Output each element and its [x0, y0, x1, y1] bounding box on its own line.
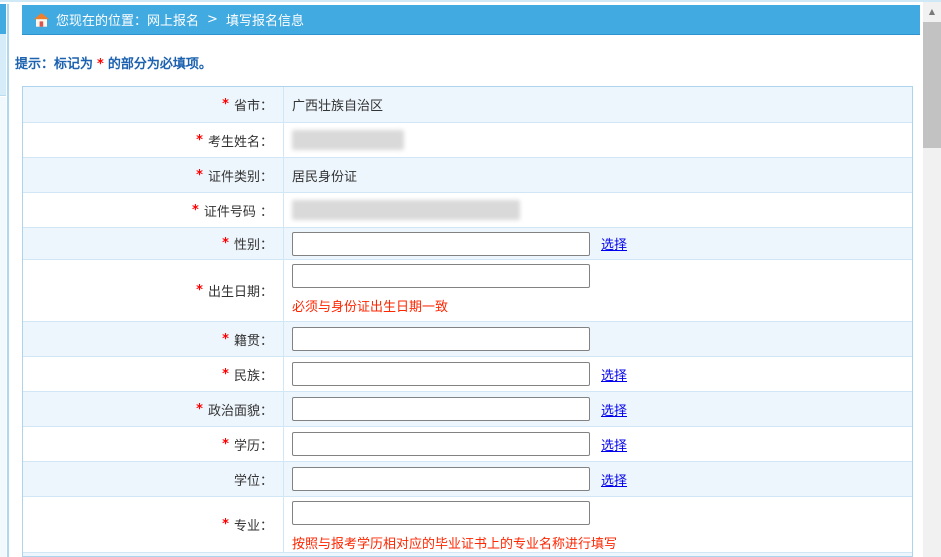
form-row-education: * 学历： 选择	[23, 426, 912, 461]
form-row-birth-date: * 出生日期： 必须与身份证出生日期一致	[23, 259, 912, 321]
field-value-candidate-name	[283, 123, 912, 157]
breadcrumb: 您现在的位置： 网上报名 > 填写报名信息	[22, 5, 920, 35]
birth-date-input[interactable]	[292, 264, 590, 288]
breadcrumb-prefix: 您现在的位置：	[56, 10, 147, 29]
ethnicity-input[interactable]	[292, 362, 590, 386]
breadcrumb-item-online-registration[interactable]: 网上报名	[147, 10, 199, 29]
major-hint: 按照与报考学历相对应的毕业证书上的专业名称进行填写	[292, 533, 617, 552]
id-number-redacted-value	[292, 200, 520, 220]
field-value-political-status: 选择	[283, 392, 912, 426]
sidebar-sliver-bottom	[0, 97, 6, 557]
sidebar-header-sliver	[0, 4, 6, 34]
field-label-text: 籍贯：	[234, 330, 273, 349]
form-row-id-type: * 证件类别： 居民身份证	[23, 157, 912, 192]
form-row-ethnicity: * 民族： 选择	[23, 356, 912, 391]
field-label-text: 学位：	[234, 470, 273, 489]
field-label-candidate-name: * 考生姓名：	[23, 123, 283, 157]
form-row-major: * 专业： 按照与报考学历相对应的毕业证书上的专业名称进行填写	[23, 496, 912, 552]
form-row-next-row-sliver	[23, 552, 912, 557]
required-asterisk: *	[192, 203, 199, 218]
form-row-native-place: * 籍贯：	[23, 321, 912, 356]
field-value-gender: 选择	[283, 228, 912, 259]
field-label-birth-date: * 出生日期：	[23, 260, 283, 321]
required-asterisk: *	[196, 133, 203, 148]
field-value-education: 选择	[283, 427, 912, 461]
field-label-text: 专业：	[234, 515, 273, 534]
sidebar-divider	[7, 4, 9, 557]
id-type-value: 居民身份证	[292, 166, 357, 185]
sidebar-sliver-top	[0, 34, 6, 96]
form-row-gender: * 性别： 选择	[23, 227, 912, 259]
required-asterisk: *	[222, 367, 229, 382]
field-label-id-type: * 证件类别：	[23, 158, 283, 192]
top-hairline	[0, 0, 941, 2]
breadcrumb-separator: >	[207, 12, 218, 27]
education-select-link[interactable]: 选择	[601, 435, 627, 454]
field-label-text: 证件类别：	[208, 166, 273, 185]
native-place-input[interactable]	[292, 327, 590, 351]
form-row-political-status: * 政治面貌： 选择	[23, 391, 912, 426]
ethnicity-select-link[interactable]: 选择	[601, 365, 627, 384]
political-status-input[interactable]	[292, 397, 590, 421]
degree-input[interactable]	[292, 467, 590, 491]
field-value-ethnicity: 选择	[283, 357, 912, 391]
field-label-political-status: * 政治面貌：	[23, 392, 283, 426]
field-value-degree: 选择	[283, 462, 912, 496]
form-row-id-number: * 证件号码 ：	[23, 192, 912, 227]
required-asterisk: *	[222, 97, 229, 112]
required-asterisk: *	[222, 236, 229, 251]
field-value-birth-date: 必须与身份证出生日期一致	[283, 260, 912, 321]
field-label-degree: *学位：	[23, 462, 283, 496]
field-label-text: 性别：	[234, 234, 273, 253]
required-asterisk: *	[196, 168, 203, 183]
field-value-major: 按照与报考学历相对应的毕业证书上的专业名称进行填写	[283, 497, 912, 552]
field-label-id-number: * 证件号码 ：	[23, 193, 283, 227]
field-label-native-place: * 籍贯：	[23, 322, 283, 356]
breadcrumb-item-fill-info[interactable]: 填写报名信息	[226, 10, 304, 29]
required-fields-tip: 提示：标记为 * 的部分为必填项。	[15, 53, 212, 72]
required-asterisk: *	[222, 517, 229, 532]
field-value-id-number	[283, 193, 912, 227]
field-label-education: * 学历：	[23, 427, 283, 461]
field-label-text: 政治面貌：	[208, 400, 273, 419]
form-row-degree: *学位： 选择	[23, 461, 912, 496]
scroll-up-button[interactable]: ▲	[923, 2, 941, 20]
birth-date-hint: 必须与身份证出生日期一致	[292, 296, 448, 315]
required-asterisk: *	[196, 402, 203, 417]
scrollbar-thumb[interactable]	[923, 22, 941, 148]
required-asterisk: *	[222, 332, 229, 347]
gender-select-link[interactable]: 选择	[601, 234, 627, 253]
gender-input[interactable]	[292, 232, 590, 256]
field-value-id-type: 居民身份证	[283, 158, 912, 192]
degree-select-link[interactable]: 选择	[601, 470, 627, 489]
field-label-text: 证件号码 ：	[204, 201, 273, 220]
field-label-ethnicity: * 民族：	[23, 357, 283, 391]
registration-form-table: * 省市： 广西壮族自治区 * 考生姓名： * 证件类别： 居民身份证 * 证件号码 ： * 性别： 选…	[22, 86, 913, 557]
field-label-province: * 省市：	[23, 87, 283, 122]
tip-asterisk: *	[97, 57, 104, 72]
candidate-name-redacted-value	[292, 130, 404, 150]
tip-prefix: 提示：标记为	[15, 57, 93, 72]
field-value-province: 广西壮族自治区	[283, 87, 912, 122]
form-row-province: * 省市： 广西壮族自治区	[23, 87, 912, 122]
field-label-text: 考生姓名：	[208, 131, 273, 150]
required-asterisk: *	[222, 437, 229, 452]
tip-suffix: 的部分为必填项。	[108, 57, 212, 72]
field-label-text: 出生日期：	[208, 281, 273, 300]
home-icon	[34, 13, 49, 27]
field-label-text: 省市：	[234, 95, 273, 114]
field-label-major: * 专业：	[23, 497, 283, 552]
province-value: 广西壮族自治区	[292, 95, 383, 114]
education-input[interactable]	[292, 432, 590, 456]
field-label-text: 民族：	[234, 365, 273, 384]
major-input[interactable]	[292, 501, 590, 525]
political-status-select-link[interactable]: 选择	[601, 400, 627, 419]
required-asterisk: *	[196, 283, 203, 298]
field-label-gender: * 性别：	[23, 228, 283, 259]
field-label-text: 学历：	[234, 435, 273, 454]
form-row-candidate-name: * 考生姓名：	[23, 122, 912, 157]
vertical-scrollbar[interactable]: ▲	[923, 2, 941, 557]
field-value-native-place	[283, 322, 912, 356]
